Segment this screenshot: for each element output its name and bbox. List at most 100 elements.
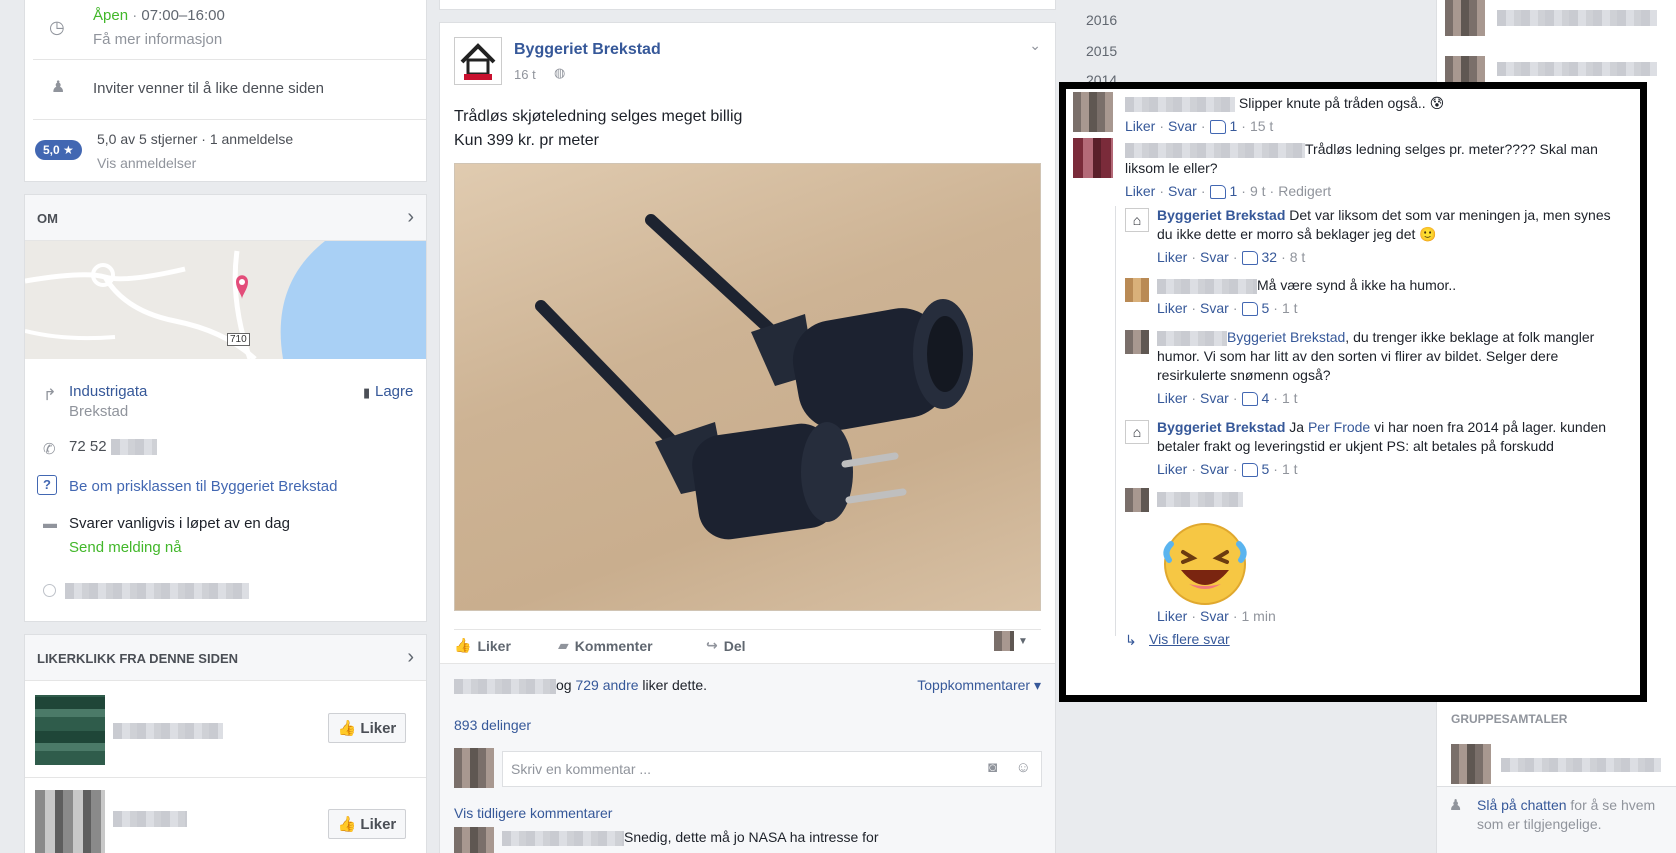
liked-page-avatar[interactable] xyxy=(35,695,105,765)
reply-avatar[interactable] xyxy=(1125,330,1149,354)
reply-avatar[interactable]: ⌂ xyxy=(1125,420,1149,444)
year-link[interactable]: 2015 xyxy=(1086,43,1117,59)
reply-avatar[interactable]: ⌂ xyxy=(1125,208,1149,232)
camera-icon[interactable]: ◙ xyxy=(988,759,997,776)
reply: Byggeriet Brekstad Ja Per Frode vi har n… xyxy=(1157,419,1607,479)
reply-like-link[interactable]: Liker xyxy=(1157,299,1187,318)
comment-reply-link[interactable]: Svar xyxy=(1168,182,1197,201)
comment-like-link[interactable]: Liker xyxy=(1125,117,1155,136)
shares-link[interactable]: 893 delinger xyxy=(454,717,531,733)
commenter-name[interactable] xyxy=(1125,96,1235,112)
chevron-right-icon[interactable]: › xyxy=(407,646,414,669)
contact-avatar[interactable] xyxy=(1445,0,1485,36)
share-action-button[interactable]: ↪ Del xyxy=(706,637,746,654)
reply-like-link[interactable]: Liker xyxy=(1157,389,1187,408)
globe-icon: ◍ xyxy=(554,65,566,80)
map[interactable]: 710 xyxy=(25,241,426,359)
map-graphic xyxy=(25,241,426,359)
more-info-link[interactable]: Få mer informasjon xyxy=(93,31,222,48)
year-link[interactable]: 2016 xyxy=(1086,12,1117,28)
post-photo[interactable] xyxy=(454,163,1041,611)
like-page-button[interactable]: 👍 Liker xyxy=(328,809,406,839)
comment-reply-link[interactable]: Svar xyxy=(1168,117,1197,136)
chat-person-icon: ♟ xyxy=(1449,797,1463,814)
reply-author[interactable] xyxy=(1157,330,1227,346)
page-avatar[interactable] xyxy=(454,37,502,85)
reply-author[interactable] xyxy=(1157,492,1243,507)
reply-reply-link[interactable]: Svar xyxy=(1200,608,1229,624)
commenter-name[interactable] xyxy=(1125,142,1305,158)
edited-label[interactable]: Redigert xyxy=(1278,182,1331,201)
reply-author-link[interactable]: Byggeriet Brekstad xyxy=(1157,207,1285,223)
comment-time[interactable]: 9 t xyxy=(1250,182,1266,201)
likes-others-link[interactable]: 729 andre xyxy=(575,677,638,693)
reply-author[interactable] xyxy=(1157,278,1257,294)
page-info-card: ◷ Åpen · 07:00–16:00 Få mer informasjon … xyxy=(24,0,427,182)
view-previous-comments-link[interactable]: Vis tidligere kommentarer xyxy=(454,805,612,821)
contact-avatar[interactable] xyxy=(1445,56,1485,82)
reply-time[interactable]: 1 t xyxy=(1282,389,1298,408)
enable-chat-link[interactable]: Slå på chatten xyxy=(1477,797,1567,813)
reply-avatar[interactable] xyxy=(1125,488,1149,512)
comment-time[interactable]: 15 t xyxy=(1250,117,1273,136)
post-card: Byggeriet Brekstad 16 t ◍ ⌄ Trådløs skjø… xyxy=(439,22,1056,853)
like-count[interactable]: 4 xyxy=(1262,389,1270,408)
reply-reply-link[interactable]: Svar xyxy=(1200,389,1229,408)
reply-like-link[interactable]: Liker xyxy=(1157,460,1187,479)
like-count[interactable]: 1 xyxy=(1230,182,1238,201)
comment-action-button[interactable]: ▰ Kommenter xyxy=(558,637,653,654)
mention-link[interactable]: Byggeriet Brekstad xyxy=(1227,329,1345,345)
reply-time[interactable]: 1 t xyxy=(1282,299,1298,318)
page-name-link[interactable]: Byggeriet Brekstad xyxy=(514,41,661,59)
send-message-link[interactable]: Send melding nå xyxy=(69,539,182,556)
like-count-icon xyxy=(1209,184,1226,199)
like-page-button[interactable]: 👍 Liker xyxy=(328,713,406,743)
commenter-avatar[interactable] xyxy=(1073,138,1113,178)
liked-page-name[interactable] xyxy=(113,811,187,827)
thumbs-up-icon: 👍 xyxy=(337,720,357,737)
like-count[interactable]: 5 xyxy=(1262,299,1270,318)
more-replies-link[interactable]: Vis flere svar xyxy=(1149,631,1230,647)
address-street-link[interactable]: Industrigata xyxy=(69,383,147,400)
post-as-selector[interactable]: ▼ xyxy=(994,631,1028,651)
reply-avatar[interactable] xyxy=(1125,278,1149,302)
price-range-link[interactable]: Be om prisklassen til Byggeriet Brekstad xyxy=(69,478,337,495)
liked-page-name[interactable] xyxy=(113,723,223,739)
reply-reply-link[interactable]: Svar xyxy=(1200,248,1229,267)
group-avatar[interactable] xyxy=(1451,744,1491,784)
reply-time[interactable]: 1 min xyxy=(1242,608,1276,624)
like-count[interactable]: 32 xyxy=(1262,248,1278,267)
emoji-icon[interactable]: ☺ xyxy=(1016,759,1031,776)
see-reviews-link[interactable]: Vis anmeldelser xyxy=(97,155,196,171)
like-count[interactable]: 5 xyxy=(1262,460,1270,479)
laughing-sticker[interactable] xyxy=(1157,516,1257,606)
byggeriet-logo-icon: ⌂ xyxy=(1132,424,1142,440)
top-comments-dropdown[interactable]: Toppkommentarer ▾ xyxy=(917,677,1041,694)
reply-time[interactable]: 8 t xyxy=(1290,248,1306,267)
like-count[interactable]: 1 xyxy=(1230,117,1238,136)
post-options-chevron-icon[interactable]: ⌄ xyxy=(1029,37,1041,54)
commenter-avatar[interactable] xyxy=(1073,92,1113,132)
chevron-right-icon[interactable]: › xyxy=(407,206,414,229)
comment-like-link[interactable]: Liker xyxy=(1125,182,1155,201)
post-time[interactable]: 16 t xyxy=(514,67,536,82)
page-likes-card: LIKERKLIKK FRA DENNE SIDEN › 👍 Liker 👍 Lik… xyxy=(24,634,427,853)
mention-link[interactable]: Per Frode xyxy=(1308,419,1370,435)
reply-reply-link[interactable]: Svar xyxy=(1200,299,1229,318)
chat-off-notice: Slå på chatten for å se hvem som er tilg… xyxy=(1477,797,1656,832)
reply-time[interactable]: 1 t xyxy=(1282,460,1298,479)
reply-like-link[interactable]: Liker xyxy=(1157,248,1187,267)
reply-like-link[interactable]: Liker xyxy=(1157,608,1187,624)
message-icon: ▬ xyxy=(43,515,57,531)
invite-friends-link[interactable]: Inviter venner til å like denne siden xyxy=(93,80,324,97)
reply-reply-link[interactable]: Svar xyxy=(1200,460,1229,479)
reply-author-link[interactable]: Byggeriet Brekstad xyxy=(1157,419,1285,435)
group-name[interactable] xyxy=(1501,758,1661,772)
liked-page-avatar[interactable] xyxy=(35,790,105,853)
like-action-button[interactable]: 👍 Liker xyxy=(454,637,511,654)
save-link[interactable]: Lagre xyxy=(375,383,413,400)
contact-name[interactable] xyxy=(1497,62,1657,76)
like-count-icon xyxy=(1241,250,1258,265)
comment-input[interactable]: Skriv en kommentar ... ◙ ☺ xyxy=(502,751,1042,787)
contact-name[interactable] xyxy=(1497,10,1657,26)
